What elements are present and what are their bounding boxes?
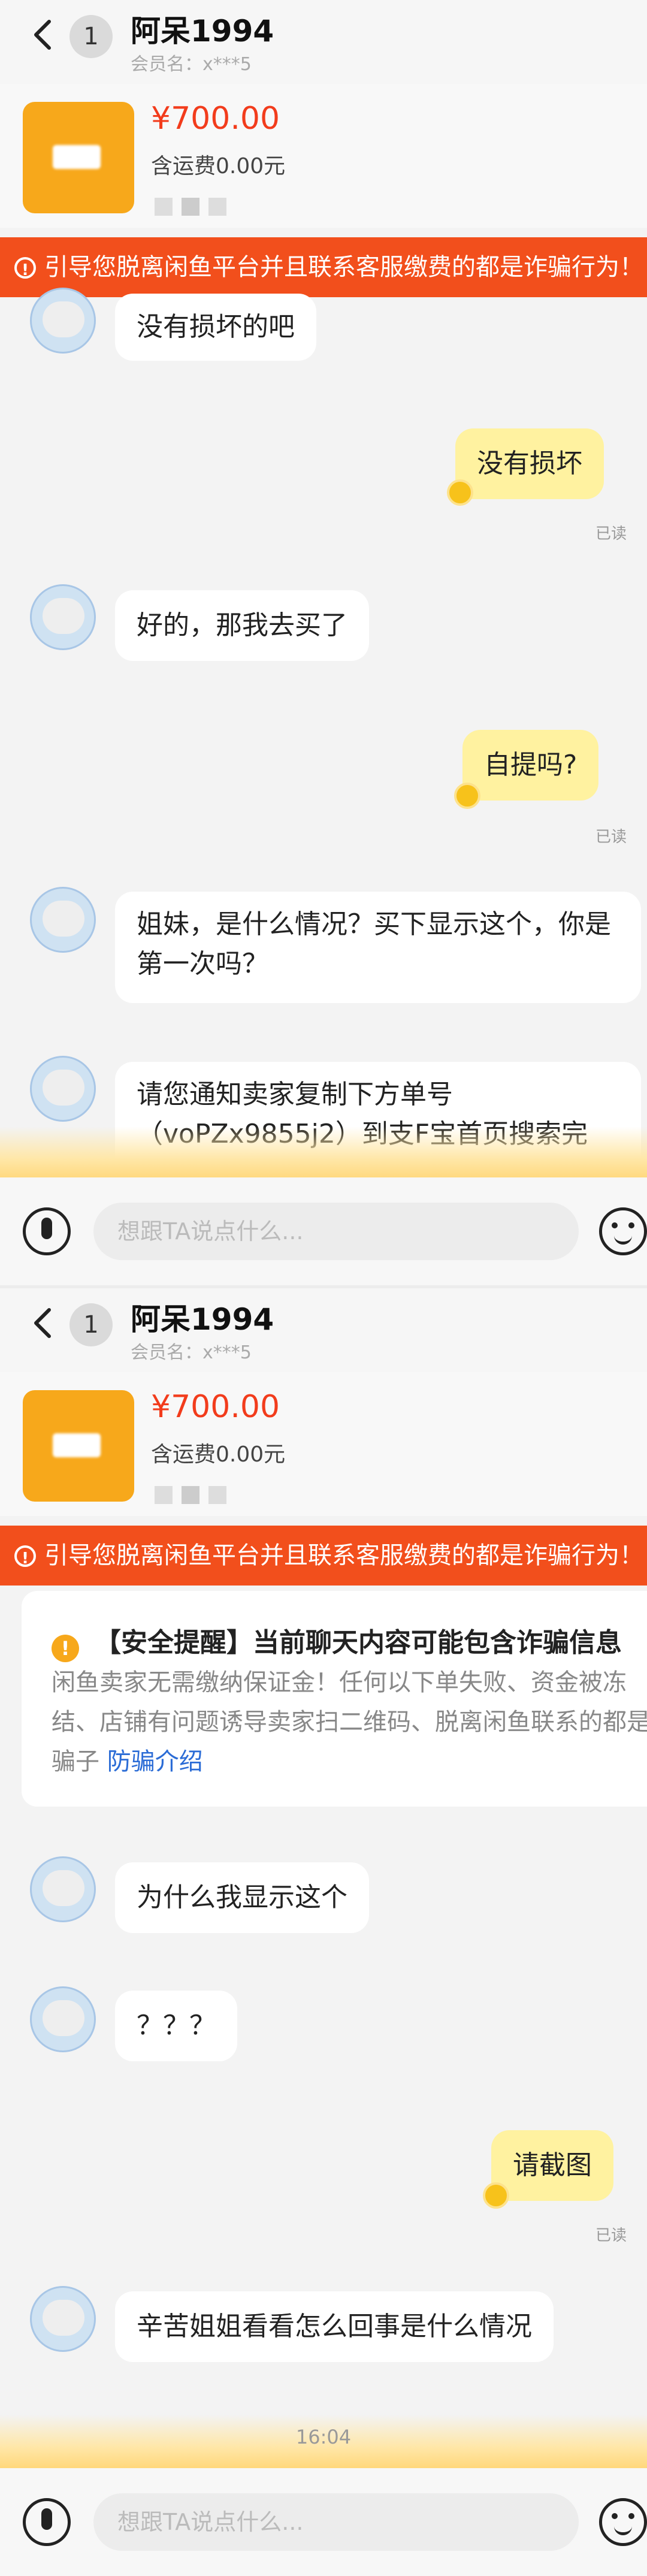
message-bubble-mine: 自提吗?: [462, 730, 599, 801]
product-price: ¥700.00: [151, 101, 280, 137]
avatar[interactable]: [30, 1056, 96, 1122]
message-bubble: ？？？: [115, 1991, 237, 2061]
chat-screen-1: 1 阿呆1994 会员名：x***5 ¥700.00 含运费0.00元 引导您脱…: [0, 0, 647, 1285]
product-card[interactable]: ¥700.00 含运费0.00元: [0, 1372, 647, 1516]
read-status: 已读: [595, 2227, 627, 2245]
warning-text: 引导您脱离闲鱼平台并且联系客服缴费的都是诈骗行为！: [44, 253, 643, 281]
input-bar: 想跟TA说点什么...: [0, 2468, 647, 2576]
avatar[interactable]: [30, 2286, 96, 2352]
unread-badge: 1: [69, 15, 113, 58]
message-bubble: 辛苦姐姐看看怎么回事是什么情况: [115, 2291, 554, 2362]
product-card[interactable]: ¥700.00 含运费0.00元: [0, 84, 647, 228]
scam-warning-banner: 引导您脱离闲鱼平台并且联系客服缴费的都是诈骗行为！: [0, 237, 647, 297]
blurred-text: [155, 1486, 244, 1504]
unread-badge: 1: [69, 1303, 113, 1346]
back-arrow-icon[interactable]: [26, 17, 62, 53]
alert-icon: !: [52, 1635, 79, 1662]
emoji-icon[interactable]: [599, 2498, 647, 2546]
shipping-fee: 含运费0.00元: [151, 1442, 286, 1467]
message-bubble: 姐妹，是什么情况？买下显示这个，你是第一次吗？: [115, 892, 641, 1003]
coin-icon: [454, 783, 480, 809]
contact-name[interactable]: 阿呆1994: [131, 7, 274, 50]
chat-screen-2: 1 阿呆1994 会员名：x***5 ¥700.00 含运费0.00元 引导您脱…: [0, 1288, 647, 2576]
message-bubble: 没有损坏的吧: [115, 294, 316, 361]
avatar[interactable]: [30, 1986, 96, 2052]
voice-input-icon[interactable]: [23, 2498, 71, 2546]
input-bar: 想跟TA说点什么...: [0, 1177, 647, 1285]
product-price: ¥700.00: [151, 1389, 280, 1425]
warning-icon: [14, 1529, 36, 1586]
safety-notice: ! 【安全提醒】当前聊天内容可能包含诈骗信息 闲鱼卖家无需缴纳保证金！任何以下单失…: [22, 1591, 647, 1807]
shipping-fee: 含运费0.00元: [151, 154, 286, 179]
blurred-text: [155, 198, 244, 216]
contact-name[interactable]: 阿呆1994: [131, 1295, 274, 1339]
emoji-icon[interactable]: [599, 1207, 647, 1255]
coin-icon: [447, 479, 473, 506]
chat-header: 1 阿呆1994 会员名：x***5: [0, 0, 647, 84]
chat-header: 1 阿呆1994 会员名：x***5: [0, 1288, 647, 1372]
product-image[interactable]: [23, 1390, 134, 1502]
anti-fraud-link[interactable]: 防骗介绍: [107, 1748, 203, 1775]
avatar[interactable]: [30, 1856, 96, 1922]
voice-input-icon[interactable]: [23, 1207, 71, 1255]
message-input[interactable]: 想跟TA说点什么...: [93, 1203, 579, 1260]
warning-text: 引导您脱离闲鱼平台并且联系客服缴费的都是诈骗行为！: [44, 1542, 643, 1569]
avatar[interactable]: [30, 288, 96, 354]
safety-title: ! 【安全提醒】当前聊天内容可能包含诈骗信息: [52, 1621, 622, 1662]
member-id: 会员名：x***5: [131, 54, 252, 75]
message-bubble-mine: 没有损坏: [455, 428, 604, 499]
festive-decoration: [0, 1127, 647, 1180]
message-bubble-mine: 请截图: [491, 2130, 613, 2201]
message-bubble: 好的，那我去买了: [115, 590, 369, 661]
warning-icon: [14, 240, 36, 297]
member-id: 会员名：x***5: [131, 1342, 252, 1363]
read-status: 已读: [595, 525, 627, 543]
back-arrow-icon[interactable]: [26, 1305, 62, 1341]
scam-warning-banner: 引导您脱离闲鱼平台并且联系客服缴费的都是诈骗行为！: [0, 1526, 647, 1586]
message-input[interactable]: 想跟TA说点什么...: [93, 2493, 579, 2551]
message-bubble: 为什么我显示这个: [115, 1862, 369, 1933]
avatar[interactable]: [30, 584, 96, 650]
read-status: 已读: [595, 828, 627, 846]
safety-body: 闲鱼卖家无需缴纳保证金！任何以下单失败、资金被冻结、店铺有问题诱导卖家扫二维码、…: [52, 1669, 647, 1775]
product-image[interactable]: [23, 102, 134, 213]
coin-icon: [483, 2182, 509, 2209]
avatar[interactable]: [30, 887, 96, 953]
timestamp: 16:04: [295, 2426, 352, 2448]
